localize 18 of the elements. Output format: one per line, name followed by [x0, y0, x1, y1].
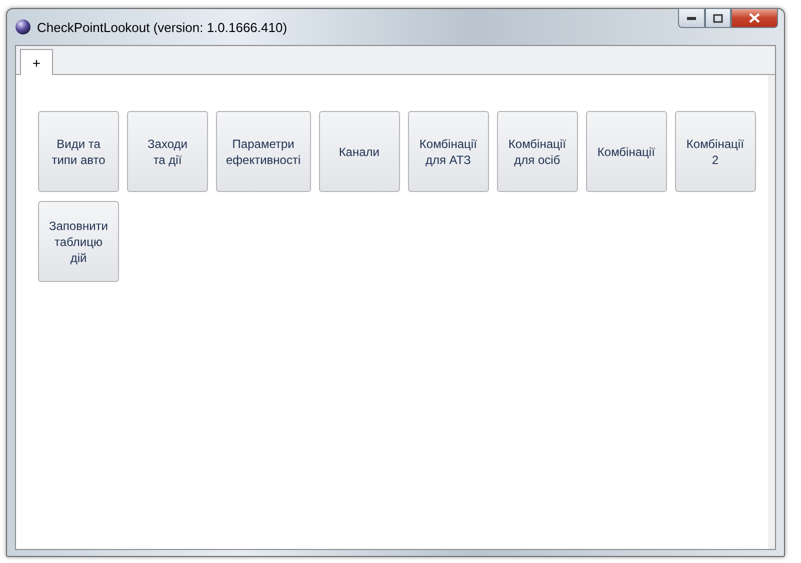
minimize-icon	[687, 16, 696, 20]
tile-button[interactable]: Заходи та дії	[127, 111, 208, 192]
tab[interactable]: +	[20, 49, 53, 75]
tile-button[interactable]: Канали	[318, 111, 400, 192]
tile-button[interactable]: Комбінації для АТЗ	[408, 111, 489, 192]
close-button[interactable]	[731, 8, 778, 28]
close-icon	[749, 13, 760, 23]
maximize-button[interactable]	[705, 8, 731, 28]
minimize-button[interactable]	[678, 8, 705, 28]
tile-button[interactable]: Параметри ефективності	[216, 111, 311, 192]
tile-button[interactable]: Комбінації 2	[674, 111, 756, 192]
tile-button[interactable]: Комбінації	[586, 111, 667, 192]
maximize-icon	[713, 14, 723, 22]
tile-button[interactable]: Заповнити таблицю дій	[38, 201, 119, 282]
app-logo-icon	[15, 19, 31, 35]
tile-button[interactable]: Види та типи авто	[38, 111, 119, 192]
window-title: CheckPointLookout (version: 1.0.1666.410)	[37, 20, 288, 34]
tile-button[interactable]: Комбінації для осіб	[496, 111, 578, 192]
